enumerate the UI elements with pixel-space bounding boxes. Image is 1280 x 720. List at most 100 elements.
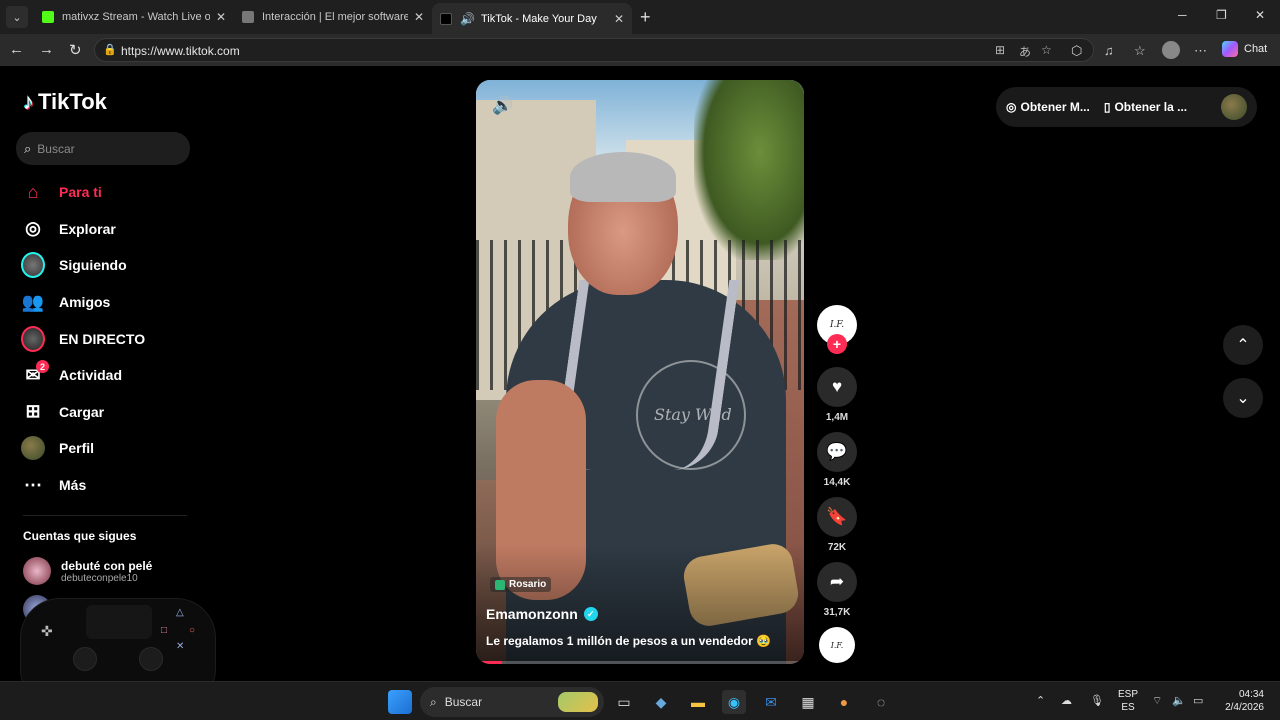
windows-start-icon[interactable] <box>388 690 412 714</box>
sidebar-divider <box>23 515 187 516</box>
nav-item-cargar[interactable]: ⊞ Cargar <box>21 394 201 431</box>
store-icon[interactable]: ▦ <box>796 690 820 714</box>
phone-icon: ▯ <box>1103 100 1111 114</box>
task-view-icon[interactable]: ▭ <box>612 690 636 714</box>
volume-icon[interactable]: 🔈 <box>1172 694 1186 707</box>
tiktok-page: ♪ TikTok ⌕ ⌂ Para ti ◎ Explorar Siguiend… <box>5 67 1272 677</box>
nav-item-en-directo[interactable]: EN DIRECTO <box>21 320 201 357</box>
get-mobile-app-button[interactable]: ▯ Obtener la ... <box>1104 100 1187 114</box>
search-icon: ⌕ <box>24 140 32 156</box>
next-video-button[interactable]: ⌄ <box>1223 378 1263 418</box>
upload-icon: ⊞ <box>25 401 41 422</box>
microphone-icon[interactable]: 🎙 <box>1090 694 1104 707</box>
nav-label: Perfil <box>59 440 95 457</box>
favorites-icon[interactable]: ☆ <box>1134 43 1146 59</box>
close-tab-icon[interactable]: ✕ <box>608 12 624 26</box>
copilot-chat-button[interactable]: Chat <box>1222 41 1267 57</box>
right-stick <box>139 647 163 671</box>
share-count: 31,7K <box>823 607 851 618</box>
reload-icon[interactable]: ↻ <box>69 41 82 59</box>
tab-interaccion[interactable]: Interacción | El mejor software par ✕ <box>234 3 432 31</box>
speaker-icon[interactable]: 🔊 <box>460 12 475 26</box>
close-tab-icon[interactable]: ✕ <box>210 10 226 24</box>
tab-tiktok[interactable]: 🔊 TikTok - Make Your Day ✕ <box>432 3 632 34</box>
nav-item-para-ti[interactable]: ⌂ Para ti <box>21 174 201 211</box>
video-tree <box>694 80 804 260</box>
nav-label: Para ti <box>59 184 102 201</box>
nav-label: Actividad <box>59 367 123 384</box>
music-disc[interactable]: I.F. <box>819 627 855 663</box>
close-tab-icon[interactable]: ✕ <box>408 10 424 24</box>
battery-icon[interactable]: ▭ <box>1193 694 1203 707</box>
maximize-icon[interactable]: ❐ <box>1216 8 1227 22</box>
nav-item-mas[interactable]: ⋯ Más <box>21 467 201 504</box>
location-label: Rosario <box>509 579 547 590</box>
new-tab-icon[interactable]: + <box>640 7 651 28</box>
location-chip[interactable]: Rosario <box>490 577 552 592</box>
following-account[interactable]: debuté con pelé debuteconpele10 <box>23 557 152 585</box>
nav-item-siguiendo[interactable]: Siguiendo <box>21 247 201 284</box>
search-input[interactable] <box>37 141 178 156</box>
square-button-icon: □ <box>161 625 168 636</box>
taskbar-search[interactable]: ⌕ Buscar <box>420 687 604 717</box>
user-avatar[interactable] <box>1221 94 1247 120</box>
lock-icon[interactable]: 🔒 <box>103 43 117 56</box>
edge-browser-icon[interactable]: ◉ <box>722 690 746 714</box>
favorite-star-icon[interactable]: ☆ <box>1041 43 1052 57</box>
save-button[interactable]: 🔖 72K <box>817 497 857 553</box>
circle-button-icon: ○ <box>189 625 196 636</box>
extensions-icon[interactable]: ⬡ <box>1071 43 1082 59</box>
get-app-button[interactable]: ◎ Obtener M... <box>1006 100 1090 114</box>
onedrive-icon[interactable]: ☁ <box>1061 694 1072 707</box>
search-box[interactable]: ⌕ <box>16 132 190 165</box>
copilot-app-icon[interactable]: ◆ <box>649 690 673 714</box>
following-avatar-icon <box>21 252 45 279</box>
previous-video-button[interactable]: ⌃ <box>1223 325 1263 365</box>
profile-avatar-icon[interactable] <box>1162 41 1180 59</box>
save-count: 72K <box>827 542 847 553</box>
tab-actions-menu[interactable]: ⌄ <box>6 6 28 28</box>
nav-label: Amigos <box>59 294 111 311</box>
minimize-icon[interactable]: ─ <box>1178 8 1187 22</box>
coin-icon: ◎ <box>1006 100 1017 114</box>
close-window-icon[interactable]: ✕ <box>1255 8 1265 22</box>
tray-expand-icon[interactable]: ⌃ <box>1036 694 1045 707</box>
forward-icon[interactable]: → <box>39 41 54 58</box>
video-progress-bar[interactable] <box>476 661 804 664</box>
logo-text: TikTok <box>38 89 107 114</box>
video-player[interactable]: Stay Wild 🔊 Rosario Emamonzonn ✓ Le rega… <box>476 80 804 664</box>
tab-title: Interacción | El mejor software par <box>262 11 408 23</box>
friends-icon: 👥 <box>21 291 45 312</box>
app-icon[interactable]: ⊞ <box>995 43 1005 57</box>
comment-button[interactable]: 💬 14,4K <box>817 432 857 488</box>
kick-favicon-icon <box>42 11 54 23</box>
more-options-icon[interactable]: ⋯ <box>1194 43 1207 59</box>
nav-item-perfil[interactable]: Perfil <box>21 430 201 467</box>
back-icon[interactable]: ← <box>9 41 24 58</box>
follow-plus-icon[interactable]: + <box>827 334 847 354</box>
language-indicator[interactable]: ESP ES <box>1118 688 1138 714</box>
wifi-icon[interactable]: ⌔ <box>1152 694 1162 708</box>
tab-kick[interactable]: mativxz Stream - Watch Live on K ✕ <box>34 3 234 31</box>
tiktok-note-icon: ♪ <box>23 89 34 114</box>
app-icon[interactable]: ◌ <box>869 690 893 714</box>
nav-item-amigos[interactable]: 👥 Amigos <box>21 284 201 321</box>
nav-item-actividad[interactable]: ✉ 2 Actividad <box>21 357 201 394</box>
top-right-bar: ◎ Obtener M... ▯ Obtener la ... <box>996 87 1257 127</box>
nav-label: Más <box>59 477 87 494</box>
volume-icon[interactable]: 🔊 <box>492 96 513 116</box>
outlook-icon[interactable]: ✉ <box>759 690 783 714</box>
nav-item-explorar[interactable]: ◎ Explorar <box>21 211 201 248</box>
url-field[interactable]: 🔒 https://www.tiktok.com ⊞ あ ☆ <box>94 38 1094 62</box>
language-top: ESP <box>1118 689 1139 700</box>
share-button[interactable]: ➦ 31,7K <box>817 562 857 618</box>
like-button[interactable]: ♥ 1,4M <box>817 367 857 423</box>
more-icon: ⋯ <box>24 474 42 495</box>
tiktok-logo[interactable]: ♪ TikTok <box>23 89 107 115</box>
translate-icon[interactable]: あ <box>1019 43 1031 60</box>
chrome-icon[interactable]: ● <box>832 690 856 714</box>
media-icon[interactable]: ♫ <box>1104 43 1114 58</box>
video-author[interactable]: Emamonzonn ✓ <box>486 606 598 622</box>
taskbar-clock[interactable]: 04:34 2/4/2026 <box>1216 688 1264 714</box>
file-explorer-icon[interactable]: ▬ <box>686 690 710 714</box>
